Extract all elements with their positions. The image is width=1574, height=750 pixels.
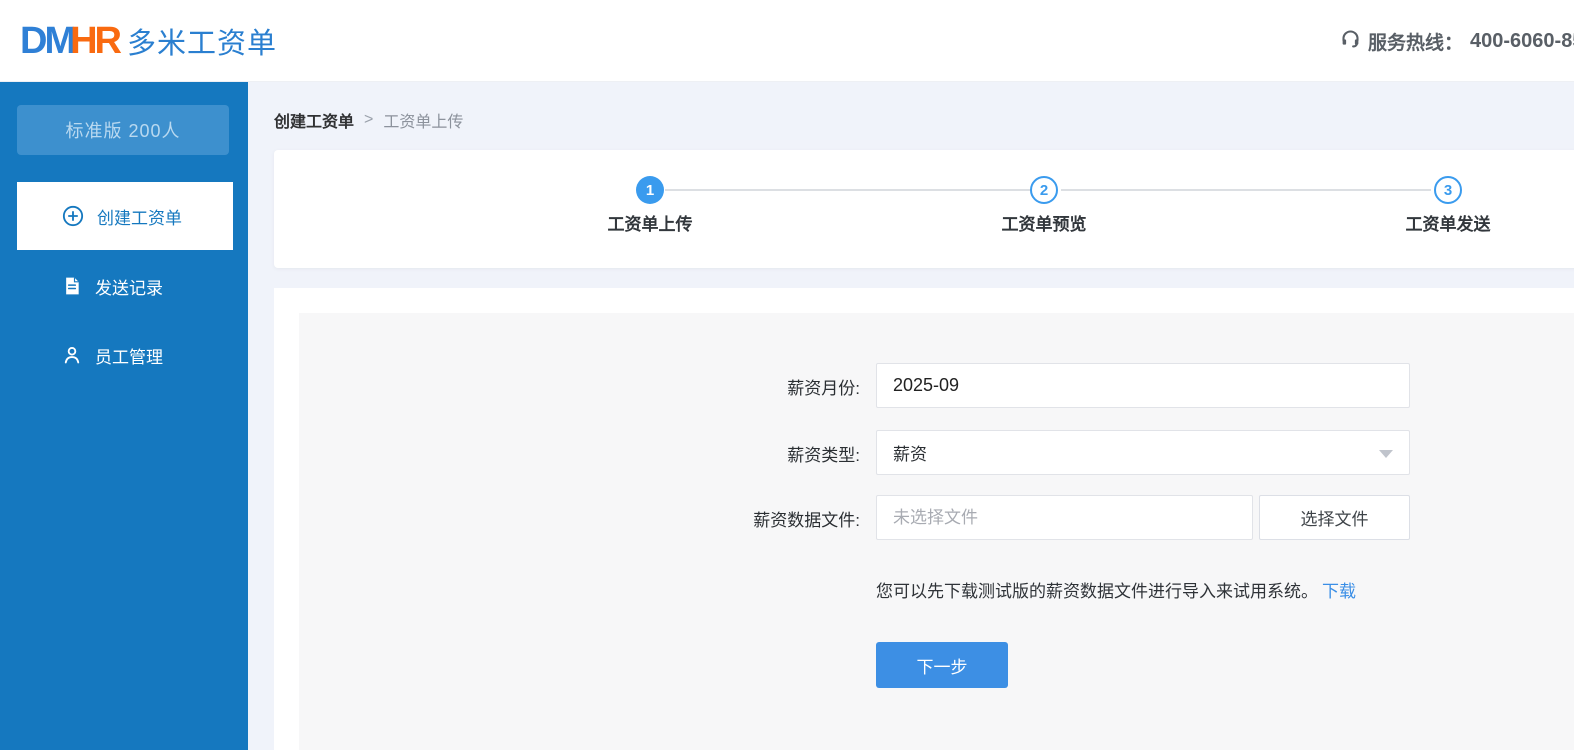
salary-file-name-input[interactable] [876,495,1253,540]
next-step-button-label: 下一步 [916,657,968,677]
download-hint-text: 您可以先下载测试版的薪资数据文件进行导入来试用系统。 [876,582,1318,601]
person-icon [62,345,82,365]
step-1-label: 工资单上传 [607,215,693,234]
sidebar-item-send-records[interactable]: 发送记录 [0,266,248,306]
salary-type-label: 薪资类型: [787,446,860,465]
chevron-down-icon [1379,450,1393,458]
download-link[interactable]: 下载 [1322,582,1356,601]
sidebar-item-label: 创建工资单 [97,208,182,228]
choose-file-button-label: 选择文件 [1300,510,1369,529]
breadcrumb-parent[interactable]: 创建工资单 [274,108,354,132]
sidebar-item-create-payslip[interactable]: 创建工资单 [17,182,233,250]
app-header: DMHR 多米工资单 服务热线： 400-6060-85 [0,0,1574,82]
app-logo[interactable]: DMHR 多米工资单 [20,0,277,82]
salary-month-label: 薪资月份: [787,379,860,398]
download-hint: 您可以先下载测试版的薪资数据文件进行导入来试用系统。 下载 [876,577,1356,602]
step-payslip-preview: 2 工资单预览 [964,176,1124,235]
logo-mark: DMHR [20,20,122,62]
salary-type-select[interactable]: 薪资 [876,430,1410,475]
plus-circle-icon [62,205,84,227]
step-2-label: 工资单预览 [1001,215,1087,234]
step-payslip-upload: 1 工资单上传 [570,176,730,235]
page: DMHR 多米工资单 服务热线： 400-6060-85 标准版 200人 创建… [0,0,1574,750]
document-icon [62,276,82,296]
choose-file-button[interactable]: 选择文件 [1259,495,1410,540]
logo-dm-text: DM [20,20,76,62]
breadcrumb-separator: > [364,111,374,128]
breadcrumb: 创建工资单 > 工资单上传 [274,108,463,132]
next-step-button[interactable]: 下一步 [876,642,1008,688]
breadcrumb-current: 工资单上传 [383,114,464,131]
logo-hr-text: HR [70,20,122,62]
step-3-circle: 3 [1434,176,1462,204]
hotline-label: 服务热线： [1368,32,1464,54]
sidebar: 标准版 200人 创建工资单 发送记录 员工管理 [0,82,248,750]
step-3-label: 工资单发送 [1405,215,1491,234]
step-1-circle: 1 [636,176,664,204]
hotline-number: 400-6060-85 [1470,29,1574,52]
service-hotline: 服务热线： 400-6060-85 [1340,0,1574,82]
sidebar-item-label: 发送记录 [95,278,163,298]
salary-file-label: 薪资数据文件: [753,511,860,530]
app-title: 多米工资单 [127,28,278,60]
salary-month-input[interactable] [876,363,1410,408]
salary-type-value: 薪资 [893,445,927,464]
version-badge[interactable]: 标准版 200人 [17,105,229,155]
sidebar-item-label: 员工管理 [95,347,163,367]
sidebar-item-employee-management[interactable]: 员工管理 [0,335,248,375]
headset-icon [1340,28,1361,54]
step-payslip-send: 3 工资单发送 [1368,176,1528,235]
step-2-circle: 2 [1030,176,1058,204]
